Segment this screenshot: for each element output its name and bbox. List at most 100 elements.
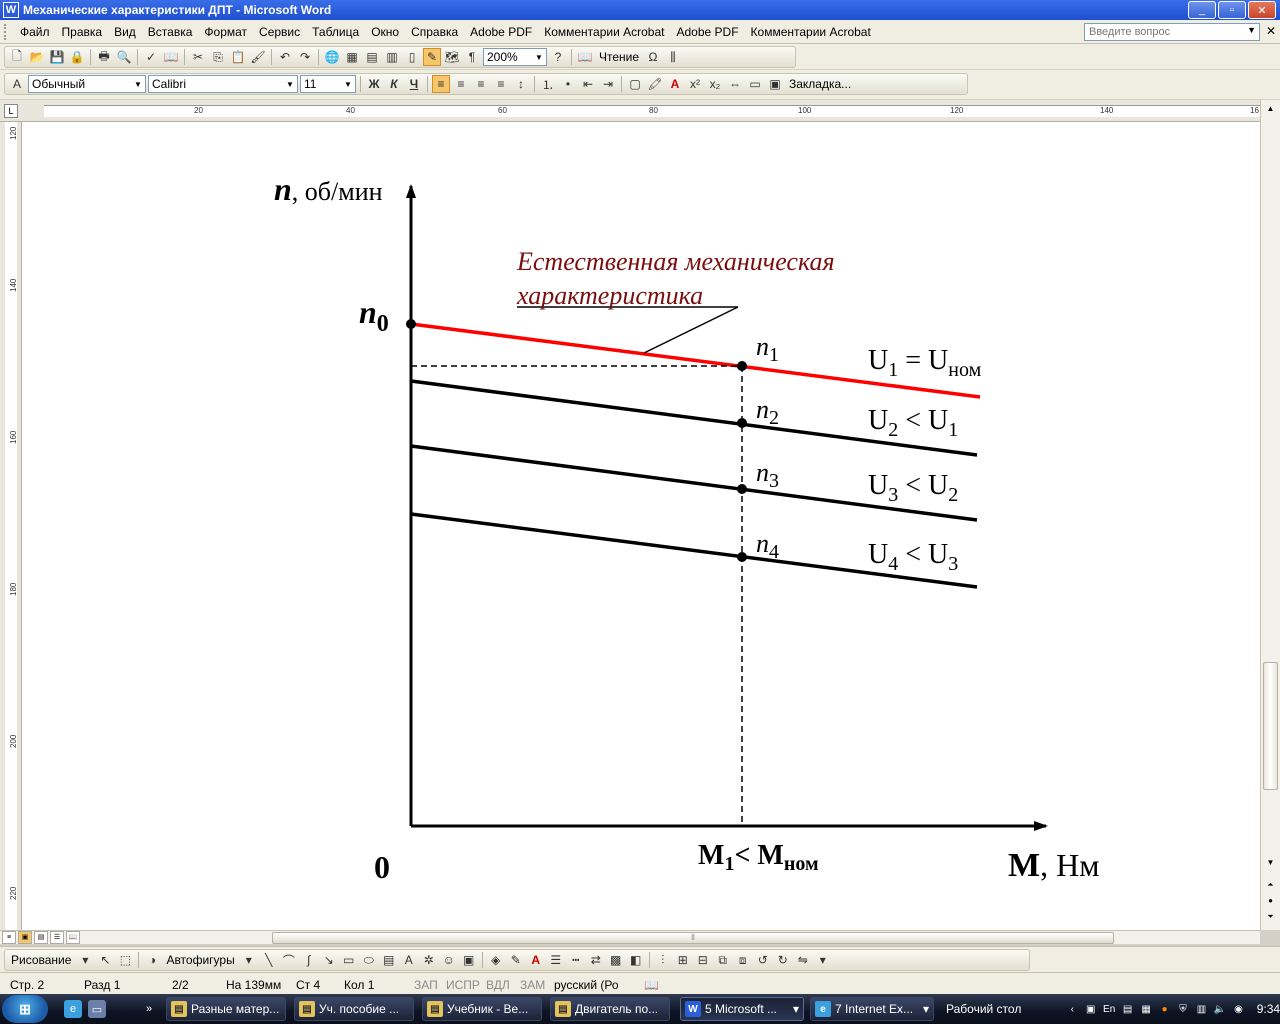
ask-question-input[interactable]: Введите вопрос ▼: [1084, 23, 1260, 41]
bold-button[interactable]: Ж: [365, 75, 383, 93]
reading-button[interactable]: Чтение: [596, 50, 642, 64]
language-indicator[interactable]: En: [1103, 1002, 1115, 1016]
horizontal-scroll-thumb[interactable]: ⦀: [272, 932, 1114, 944]
bullets-icon[interactable]: •: [559, 75, 577, 93]
reading-layout-icon[interactable]: 📖: [576, 48, 594, 66]
tray-expand-icon[interactable]: ‹: [1066, 1002, 1078, 1016]
font-select[interactable]: Calibri ▼: [148, 75, 298, 93]
rectangle-tool-icon[interactable]: ▭: [340, 951, 358, 969]
ie-quicklaunch-icon[interactable]: e: [64, 1000, 82, 1018]
subscript-button[interactable]: x₂: [706, 75, 724, 93]
freeform-tool-icon[interactable]: ∫: [300, 951, 318, 969]
menu-view[interactable]: Вид: [108, 25, 142, 39]
numbering-icon[interactable]: ⒈: [539, 75, 557, 93]
dash-style-icon[interactable]: ┅: [567, 951, 585, 969]
style-select[interactable]: Обычный ▼: [28, 75, 146, 93]
clipart-icon[interactable]: ☺: [440, 951, 458, 969]
redo-icon[interactable]: ↷: [296, 48, 314, 66]
restore-button[interactable]: ▫: [1218, 1, 1246, 19]
status-overtype[interactable]: ЗАМ: [520, 978, 545, 992]
group-dropdown-icon[interactable]: ▾: [923, 1002, 929, 1016]
show-desktop-icon[interactable]: ▭: [88, 1000, 106, 1018]
drawing-font-color-icon[interactable]: A: [527, 951, 545, 969]
new-document-icon[interactable]: 🗋: [8, 48, 26, 66]
select-objects-icon[interactable]: ↖: [96, 951, 114, 969]
status-language[interactable]: русский (Ро: [554, 978, 619, 992]
zoom-select[interactable]: 200% ▼: [483, 48, 547, 66]
taskbar-button[interactable]: ▤ Уч. пособие ...: [294, 997, 414, 1021]
arrow-tool-icon[interactable]: ↘: [320, 951, 338, 969]
ask-dropdown-icon[interactable]: ▼: [1247, 25, 1256, 35]
align-left-icon[interactable]: ≡: [432, 75, 450, 93]
vertical-scroll-thumb[interactable]: [1263, 662, 1278, 790]
bookmark-button[interactable]: Закладка...: [786, 77, 854, 91]
tray-app-icon-3[interactable]: ▦: [1140, 1002, 1152, 1016]
cut-icon[interactable]: ✂: [189, 48, 207, 66]
taskbar-button[interactable]: ▤ Двигатель по...: [550, 997, 670, 1021]
menu-help[interactable]: Справка: [405, 25, 464, 39]
diagram-icon[interactable]: ✲: [420, 951, 438, 969]
volume-icon[interactable]: 🔈: [1214, 1002, 1226, 1016]
justify-icon[interactable]: ≡: [492, 75, 510, 93]
normal-view-icon[interactable]: ≡: [2, 931, 16, 944]
tables-borders-icon[interactable]: ▦: [343, 48, 361, 66]
minimize-button[interactable]: _: [1188, 1, 1216, 19]
motor-characteristics-figure[interactable]: Естественная механическая характеристика…: [22, 122, 1260, 930]
taskbar-button[interactable]: ▤ Учебник - Ве...: [422, 997, 542, 1021]
tray-app-icon-2[interactable]: ▤: [1121, 1002, 1133, 1016]
menu-acrobat-comments[interactable]: Комментарии Acrobat: [538, 25, 670, 39]
status-extend[interactable]: ВДЛ: [486, 978, 510, 992]
menu-adobe-pdf[interactable]: Adobe PDF: [464, 25, 538, 39]
align-center-icon[interactable]: ≡: [452, 75, 470, 93]
tray-power-icon[interactable]: ◉: [1232, 1002, 1244, 1016]
show-hide-icon[interactable]: ¶: [463, 48, 481, 66]
previous-page-icon[interactable]: ⏶: [1263, 878, 1278, 892]
highlight-icon[interactable]: 🖍: [646, 75, 664, 93]
line-tool-icon[interactable]: ╲: [260, 951, 278, 969]
curve-tool-icon[interactable]: ⌒: [280, 951, 298, 969]
tray-app-icon-4[interactable]: ●: [1158, 1002, 1170, 1016]
shadow-icon[interactable]: ▩: [607, 951, 625, 969]
superscript-button[interactable]: x²: [686, 75, 704, 93]
tray-shield-icon[interactable]: ⛨: [1177, 1002, 1189, 1016]
zoom-dropdown-icon[interactable]: ▼: [533, 50, 545, 64]
taskbar-button-ie[interactable]: e 7 Internet Ex... ▾: [810, 997, 934, 1021]
status-track-changes[interactable]: ИСПР: [446, 978, 480, 992]
copy-icon[interactable]: ⎘: [209, 48, 227, 66]
line-style-icon[interactable]: ☰: [547, 951, 565, 969]
autoshapes-icon[interactable]: ◑: [143, 951, 161, 969]
autoshapes-button[interactable]: Автофигуры: [163, 953, 237, 967]
web-layout-icon[interactable]: ▣: [18, 931, 32, 944]
permission-icon[interactable]: 🔒: [68, 48, 86, 66]
save-icon[interactable]: 💾: [48, 48, 66, 66]
insert-field-icon[interactable]: ▭: [746, 75, 764, 93]
menu-acrobat-comments-2[interactable]: Комментарии Acrobat: [745, 25, 877, 39]
drawing-dropdown-icon[interactable]: ▾: [76, 951, 94, 969]
open-icon[interactable]: 📂: [28, 48, 46, 66]
desktop-toolbar-label[interactable]: Рабочий стол: [946, 1002, 1021, 1016]
ruler-strip[interactable]: 20 40 60 80 100 120 140 16: [44, 105, 1260, 117]
quicklaunch-more-icon[interactable]: »: [140, 1000, 158, 1018]
italic-button[interactable]: К: [385, 75, 403, 93]
taskbar-button[interactable]: ▤ Разные матер...: [166, 997, 286, 1021]
send-backward-icon[interactable]: ⧈: [734, 951, 752, 969]
scroll-down-icon[interactable]: ▼: [1263, 856, 1278, 870]
research-icon[interactable]: 📖: [162, 48, 180, 66]
style-dropdown-icon[interactable]: ▼: [132, 77, 144, 91]
underline-button[interactable]: Ч: [405, 75, 423, 93]
bring-forward-icon[interactable]: ⧉: [714, 951, 732, 969]
rotate-right-icon[interactable]: ↻: [774, 951, 792, 969]
spelling-status-icon[interactable]: 📖: [644, 978, 659, 992]
group-icon[interactable]: ⊞: [674, 951, 692, 969]
reading-view-icon[interactable]: 📖: [66, 931, 80, 944]
menu-grip[interactable]: [4, 23, 8, 40]
font-color-icon[interactable]: A: [666, 75, 684, 93]
format-painter-icon[interactable]: 🖌: [249, 48, 267, 66]
menu-insert[interactable]: Вставка: [142, 25, 199, 39]
insert-table-icon[interactable]: ▤: [363, 48, 381, 66]
align-objects-icon[interactable]: ⫶: [654, 951, 672, 969]
autoshapes-dropdown-icon[interactable]: ▾: [240, 951, 258, 969]
print-preview-icon[interactable]: 🔍: [115, 48, 133, 66]
print-icon[interactable]: 🖶: [95, 48, 113, 66]
insert-excel-icon[interactable]: ▥: [383, 48, 401, 66]
